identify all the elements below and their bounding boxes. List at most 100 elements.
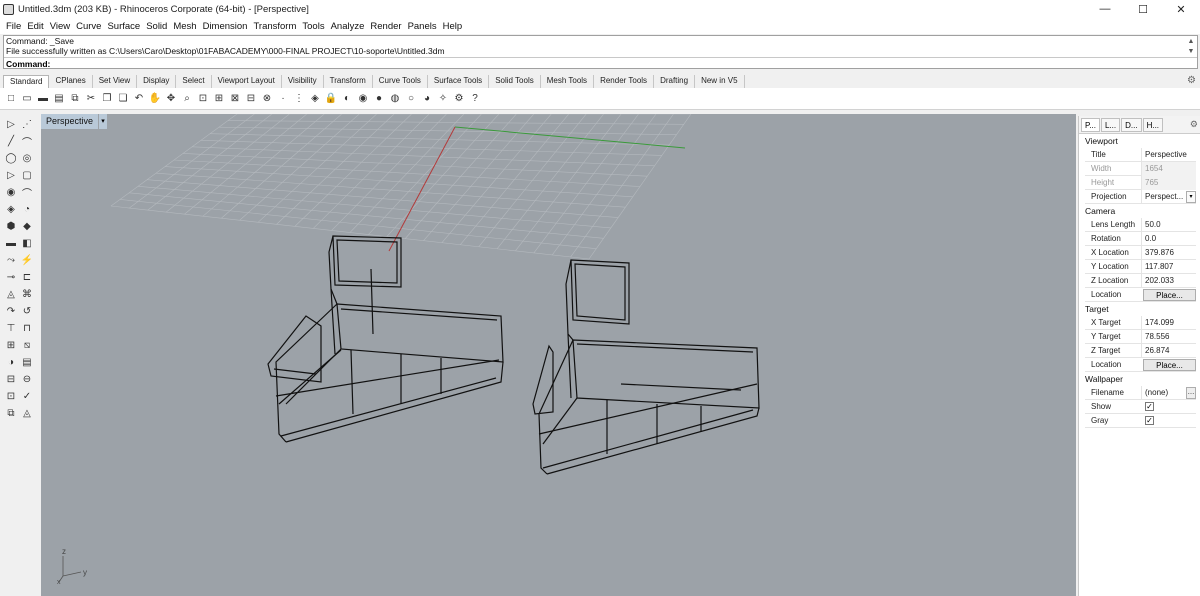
command-scroll[interactable]: ▲ ▼ — [1187, 37, 1195, 57]
tool-icon[interactable]: ⋰ — [19, 117, 35, 132]
import-icon[interactable]: ⧉ — [68, 92, 82, 106]
color-wheel-icon[interactable]: ◉ — [356, 92, 370, 106]
undo-icon[interactable]: ↶ — [132, 92, 146, 106]
tab-help[interactable]: H... — [1142, 117, 1164, 132]
property-value[interactable]: 174.099 — [1141, 315, 1196, 330]
scroll-up-icon[interactable]: ▲ — [1187, 37, 1195, 47]
options-icon[interactable]: ⚙ — [452, 92, 466, 106]
tool-icon[interactable]: ⤳ — [3, 253, 19, 268]
zoom-window-icon[interactable]: ⊡ — [196, 92, 210, 106]
lock-icon[interactable]: 🔒 — [324, 92, 338, 106]
tool-icon[interactable]: ◉ — [3, 185, 19, 200]
tool-icon[interactable]: ⊤ — [3, 321, 19, 336]
ghosted-icon[interactable]: ○ — [404, 92, 418, 106]
viewport-label[interactable]: Perspective — [41, 114, 99, 129]
property-value[interactable]: 202.033 — [1141, 273, 1196, 288]
help-icon[interactable]: ? — [468, 92, 482, 106]
tool-icon[interactable]: ◧ — [19, 236, 35, 251]
tool-icon[interactable]: ▢ — [19, 168, 35, 183]
tool-icon[interactable]: ⧅ — [19, 338, 35, 353]
tool-icon[interactable]: ◑ — [3, 355, 19, 370]
close-button[interactable]: ✕ — [1162, 0, 1200, 18]
cplane-icon[interactable]: ⊗ — [260, 92, 274, 106]
menu-item-render[interactable]: Render — [367, 21, 404, 32]
chevron-down-icon[interactable]: ▾ — [1186, 190, 1196, 203]
camera-place-button[interactable]: Place... — [1143, 288, 1196, 301]
tool-icon[interactable]: ↺ — [19, 304, 35, 319]
menu-item-panels[interactable]: Panels — [405, 21, 440, 32]
tab-new-in-v5[interactable]: New in V5 — [695, 75, 745, 88]
menu-item-dimension[interactable]: Dimension — [200, 21, 251, 32]
tab-cplanes[interactable]: CPlanes — [49, 75, 93, 88]
tool-icon[interactable]: ⊸ — [3, 270, 19, 285]
gear-icon[interactable]: ⚙ — [1187, 75, 1196, 86]
maximize-button[interactable]: ☐ — [1124, 0, 1162, 18]
rendered-icon[interactable]: ◍ — [388, 92, 402, 106]
zoom-selected-icon[interactable]: ⊠ — [228, 92, 242, 106]
tool-icon[interactable]: ⌘ — [19, 287, 35, 302]
new-file-icon[interactable]: □ — [4, 92, 18, 106]
wallpaper-filename-value[interactable]: (none) — [1141, 385, 1186, 400]
tool-icon[interactable]: ◆ — [19, 219, 35, 234]
menu-item-surface[interactable]: Surface — [104, 21, 143, 32]
tab-mesh-tools[interactable]: Mesh Tools — [541, 75, 595, 88]
menu-item-mesh[interactable]: Mesh — [170, 21, 199, 32]
print-icon[interactable]: ▤ — [52, 92, 66, 106]
light-icon[interactable]: ✧ — [436, 92, 450, 106]
tool-icon[interactable]: ▤ — [19, 355, 35, 370]
property-value[interactable]: 50.0 — [1141, 217, 1196, 232]
menu-item-curve[interactable]: Curve — [73, 21, 104, 32]
minimize-button[interactable]: — — [1086, 0, 1124, 18]
tab-surface-tools[interactable]: Surface Tools — [428, 75, 490, 88]
tool-icon[interactable]: ⧉ — [3, 406, 19, 421]
property-value[interactable]: Perspect... — [1141, 189, 1186, 204]
tab-transform[interactable]: Transform — [324, 75, 373, 88]
tool-icon[interactable]: ◯ — [3, 151, 19, 166]
pan-icon[interactable]: ✋ — [148, 92, 162, 106]
tool-icon[interactable]: ⊡ — [3, 389, 19, 404]
tool-icon[interactable]: ╱ — [3, 134, 19, 149]
chevron-down-icon[interactable]: ▾ — [99, 114, 108, 129]
tool-icon[interactable]: ⊟ — [3, 372, 19, 387]
tab-display[interactable]: Display — [137, 75, 177, 88]
tab-render-tools[interactable]: Render Tools — [594, 75, 655, 88]
copy-icon[interactable]: ❐ — [100, 92, 114, 106]
property-value[interactable]: 26.874 — [1141, 343, 1196, 358]
tool-icon[interactable]: ◎ — [19, 151, 35, 166]
point-icon[interactable]: · — [276, 92, 290, 106]
menu-item-solid[interactable]: Solid — [143, 21, 170, 32]
property-value[interactable]: Perspective — [1141, 147, 1196, 162]
four-viewports-icon[interactable]: ⊟ — [244, 92, 258, 106]
grid-snap-icon[interactable]: ⋮ — [292, 92, 306, 106]
property-value[interactable]: 0.0 — [1141, 231, 1196, 246]
menu-item-tools[interactable]: Tools — [299, 21, 327, 32]
paste-icon[interactable]: ❏ — [116, 92, 130, 106]
show-checkbox[interactable]: ✓ — [1145, 402, 1154, 411]
tab-drafting[interactable]: Drafting — [654, 75, 696, 88]
tab-select[interactable]: Select — [176, 75, 212, 88]
scroll-down-icon[interactable]: ▼ — [1187, 47, 1195, 57]
tool-icon[interactable]: ◈ — [3, 202, 19, 217]
tab-layers[interactable]: L... — [1100, 117, 1121, 132]
tool-icon[interactable]: ⊖ — [19, 372, 35, 387]
layer-icon[interactable]: ◐ — [340, 92, 354, 106]
property-value[interactable]: 78.556 — [1141, 329, 1196, 344]
tool-icon[interactable]: ⌒ — [19, 185, 35, 200]
property-value[interactable]: 379.876 — [1141, 245, 1196, 260]
browse-button[interactable]: … — [1186, 386, 1196, 399]
rotate-view-icon[interactable]: ✥ — [164, 92, 178, 106]
menu-item-transform[interactable]: Transform — [250, 21, 299, 32]
tab-properties[interactable]: P... — [1081, 117, 1100, 132]
tool-icon[interactable]: ⊏ — [19, 270, 35, 285]
tool-icon[interactable]: ◬ — [3, 287, 19, 302]
tool-icon[interactable]: ▬ — [3, 236, 19, 251]
render-icon[interactable]: ◕ — [420, 92, 434, 106]
cut-icon[interactable]: ✂ — [84, 92, 98, 106]
tool-icon[interactable]: ⌒ — [19, 134, 35, 149]
tab-standard[interactable]: Standard — [3, 75, 50, 88]
save-icon[interactable]: ▬ — [36, 92, 50, 106]
viewport-title-tab[interactable]: Perspective ▾ — [41, 114, 108, 129]
tool-icon[interactable]: ◔ — [19, 202, 35, 217]
tab-visibility[interactable]: Visibility — [282, 75, 324, 88]
tool-icon[interactable]: ↷ — [3, 304, 19, 319]
